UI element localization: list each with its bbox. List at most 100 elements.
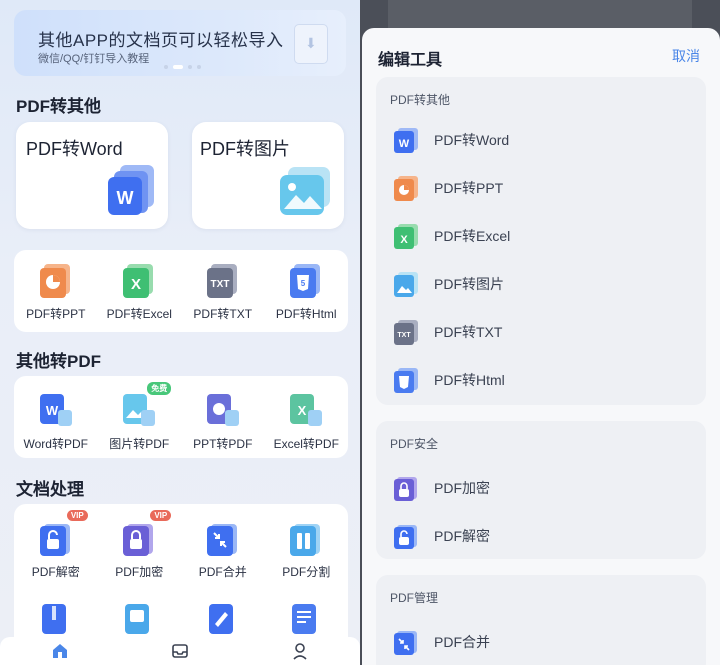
row-pdf-encrypt[interactable]: PDF加密 <box>392 473 490 503</box>
row-pdf-merge[interactable]: PDF合并 <box>392 627 490 657</box>
picture-doc-icon <box>125 604 150 634</box>
left-panel: 其他APP的文档页可以轻松导入 微信/QQ/钉钉导入教程 PDF转其他 PDF转… <box>0 0 360 665</box>
txt-icon: TXT <box>394 320 418 345</box>
row-label: PDF转Word <box>434 132 510 148</box>
unlock-icon <box>39 524 70 556</box>
pdf-to-txt-label: PDF转TXT <box>193 307 253 321</box>
svg-text:X: X <box>400 234 408 246</box>
banner-title: 其他APP的文档页可以轻松导入 <box>38 31 284 50</box>
svg-text:TXT: TXT <box>210 279 229 290</box>
pdf-to-ppt-tool[interactable]: PDF转PPT <box>16 262 96 322</box>
pdf-sign-tool[interactable] <box>183 600 263 636</box>
txt-icon: TXT <box>206 264 237 298</box>
row-pdf-to-image[interactable]: PDF转图片 <box>392 269 504 299</box>
ppt-to-pdf-tool[interactable]: PPT转PDF <box>183 392 263 452</box>
row-pdf-to-ppt[interactable]: PDF转PPT <box>392 173 503 203</box>
pdf-merge-tool[interactable]: PDF合并 <box>183 520 263 580</box>
download-icon <box>294 24 328 64</box>
other-to-pdf-grid: W Word转PDF 免费 图片转PDF PPT转PDF X Excel转PDF <box>14 376 348 458</box>
svg-text:W: W <box>117 188 134 208</box>
word-to-pdf-label: Word转PDF <box>23 437 88 451</box>
pdf-decrypt-tool[interactable]: VIP PDF解密 <box>16 510 96 580</box>
pdf-edit-tool[interactable] <box>266 600 346 636</box>
pdf-to-ppt-label: PDF转PPT <box>26 307 86 321</box>
ppt-icon <box>394 176 418 201</box>
row-pdf-to-excel[interactable]: X PDF转Excel <box>392 221 510 251</box>
zip-icon <box>41 604 66 634</box>
group-pdf-to-other: PDF转其他 W PDF转Word PDF转PPT X PDF转Excel PD… <box>376 77 706 405</box>
svg-text:TXT: TXT <box>397 332 411 339</box>
group-title: PDF管理 <box>390 591 439 605</box>
pdf-to-html-tool[interactable]: 5 PDF转Html <box>266 262 346 322</box>
svg-text:X: X <box>298 403 307 418</box>
profile-icon[interactable] <box>290 641 310 661</box>
row-pdf-to-txt[interactable]: TXT PDF转TXT <box>392 317 502 347</box>
pagination-dot <box>188 65 192 69</box>
pdf-to-word-label: PDF转Word <box>26 139 123 159</box>
group-title: PDF安全 <box>390 437 439 451</box>
vip-badge: VIP <box>66 510 88 521</box>
lock-icon <box>123 524 154 556</box>
group-pdf-manage: PDF管理 PDF合并 <box>376 575 706 665</box>
banner-pagination <box>164 65 201 69</box>
excel-to-pdf-icon: X <box>290 394 323 426</box>
ppt-to-pdf-label: PPT转PDF <box>193 437 253 451</box>
pdf-to-image-card[interactable]: PDF转图片 <box>192 122 344 229</box>
pdf-image-tool[interactable] <box>99 600 179 636</box>
pdf-encrypt-label: PDF加密 <box>115 565 164 579</box>
home-icon[interactable] <box>50 641 70 661</box>
pdf-split-label: PDF分割 <box>282 565 331 579</box>
image-icon <box>394 272 418 297</box>
banner-subtitle: 微信/QQ/钉钉导入教程 <box>38 53 150 65</box>
svg-text:W: W <box>399 138 410 150</box>
bottom-nav <box>0 637 360 665</box>
sheet-title: 编辑工具 <box>378 52 443 69</box>
edit-tools-sheet: 编辑工具 取消 PDF转其他 W PDF转Word PDF转PPT X PDF转… <box>362 28 720 665</box>
html-icon <box>394 368 418 393</box>
merge-icon <box>206 524 237 556</box>
row-label: PDF转PPT <box>434 180 504 196</box>
cancel-button[interactable]: 取消 <box>672 46 700 66</box>
right-panel: 编辑工具 取消 PDF转其他 W PDF转Word PDF转PPT X PDF转… <box>360 0 720 665</box>
pdf-compress-tool[interactable] <box>16 600 96 636</box>
pdf-merge-label: PDF合并 <box>198 565 247 579</box>
row-label: PDF解密 <box>434 528 490 544</box>
row-label: PDF转Html <box>434 372 505 388</box>
excel-icon: X <box>394 224 418 249</box>
pdf-split-tool[interactable]: PDF分割 <box>266 520 346 580</box>
excel-to-pdf-tool[interactable]: X Excel转PDF <box>266 392 346 452</box>
group-title: PDF转其他 <box>390 93 451 107</box>
row-pdf-to-html[interactable]: PDF转Html <box>392 365 505 395</box>
pdf-to-excel-tool[interactable]: X PDF转Excel <box>99 262 179 322</box>
pagination-dot <box>197 65 201 69</box>
svg-text:W: W <box>46 403 59 418</box>
row-label: PDF转图片 <box>434 276 504 292</box>
word-icon: W <box>394 128 418 153</box>
row-label: PDF加密 <box>434 480 490 496</box>
html-icon: 5 <box>290 264 321 298</box>
pdf-to-image-label: PDF转图片 <box>200 139 290 159</box>
image-icon <box>280 167 330 215</box>
lock-icon <box>394 477 417 501</box>
word-to-pdf-tool[interactable]: W Word转PDF <box>16 392 96 452</box>
row-pdf-decrypt[interactable]: PDF解密 <box>392 521 490 551</box>
pdf-to-txt-tool[interactable]: TXT PDF转TXT <box>183 262 263 322</box>
svg-text:X: X <box>131 276 141 293</box>
ppt-to-pdf-icon <box>206 394 239 426</box>
pen-icon <box>208 604 233 634</box>
pagination-dot-active <box>173 65 183 69</box>
inbox-icon[interactable] <box>170 641 190 661</box>
pdf-to-word-card[interactable]: PDF转Word W <box>16 122 168 229</box>
row-pdf-to-word[interactable]: W PDF转Word <box>392 125 509 155</box>
split-icon <box>290 524 321 556</box>
excel-to-pdf-label: Excel转PDF <box>273 437 339 451</box>
excel-icon: X <box>123 264 154 298</box>
image-to-pdf-tool[interactable]: 免费 图片转PDF <box>99 382 179 452</box>
pdf-encrypt-tool[interactable]: VIP PDF加密 <box>99 510 179 580</box>
dimmed-background <box>388 0 692 30</box>
vip-badge: VIP <box>150 510 172 521</box>
merge-icon <box>394 631 417 655</box>
row-label: PDF转TXT <box>434 324 503 340</box>
group-pdf-security: PDF安全 PDF加密 PDF解密 <box>376 421 706 559</box>
svg-text:5: 5 <box>301 279 306 288</box>
